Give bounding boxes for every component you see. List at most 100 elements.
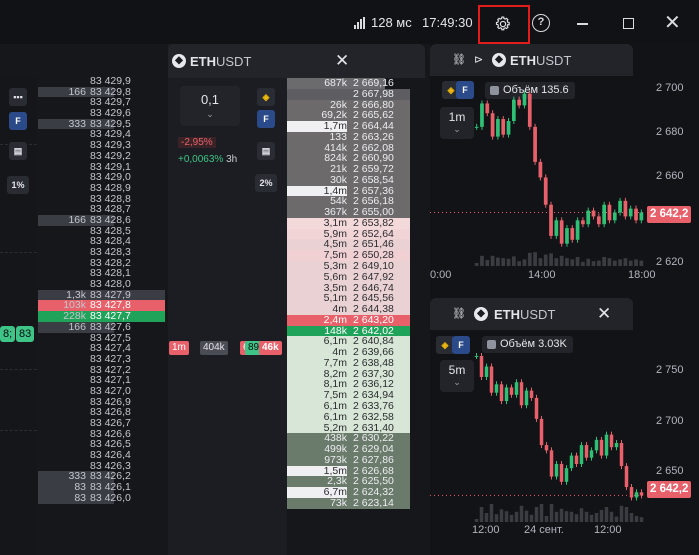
help-button[interactable]: ?	[532, 14, 550, 32]
tick-size-select[interactable]: 0,1 ⌄	[180, 86, 240, 126]
order-book-header: ◆ ETHUSDT ✕	[168, 44, 425, 78]
minimize-button[interactable]	[577, 23, 588, 25]
candle	[619, 443, 624, 467]
candle	[554, 463, 559, 477]
candle	[607, 204, 612, 221]
candle	[527, 93, 532, 127]
center-order-book[interactable]: 687k 2 669,16 2 667,98 26k 2 666,80 69,2k 2 66…	[287, 78, 410, 509]
volume-bar	[522, 259, 527, 266]
chart-panel-1m[interactable]: ⛓ ⊳ ◆ ETHUSDT ◈ F Объём 135.6 1m ⌄ 2 700 …	[430, 44, 699, 298]
futures-badge[interactable]: F	[9, 112, 27, 130]
book-row[interactable]: 166 83 427,6	[38, 322, 165, 333]
volume-bar	[554, 511, 559, 522]
candle	[596, 216, 601, 225]
candle	[522, 93, 527, 106]
funding-rate: +0,0063% 3h	[178, 154, 238, 165]
binance-icon[interactable]: ◈	[257, 88, 275, 106]
volume-bar	[584, 511, 589, 522]
row-volume: 83	[74, 491, 86, 504]
volume-bar	[607, 258, 612, 266]
candle	[594, 439, 599, 451]
volume-bar	[634, 259, 638, 266]
list-icon[interactable]: ▤	[257, 142, 275, 160]
heatmap-row[interactable]: 2 667,98	[287, 88, 410, 100]
row-price: 2 647,92	[353, 270, 394, 283]
trade-tag: 8;	[0, 326, 16, 342]
volume-bar	[504, 511, 509, 522]
volume-bar	[539, 504, 544, 522]
volume-bar	[586, 258, 591, 266]
candle	[629, 487, 634, 498]
candle	[639, 492, 644, 496]
trade-volume-tag: 1m	[169, 341, 189, 355]
row-price: 2 623,14	[353, 496, 394, 509]
chart-panel-5m[interactable]: ⛓ ◆ ETHUSDT ✕ ◈ F Объём 3.03K 5m ⌄ 2 750 …	[430, 298, 699, 555]
heatmap-row[interactable]: 133 2 663,26	[287, 132, 410, 143]
y-tick: 2 650	[656, 465, 684, 477]
trade-volume-tag: 404k	[200, 341, 228, 355]
row-volume: 166	[68, 320, 86, 333]
volume-bar	[579, 508, 584, 522]
candle	[549, 204, 553, 236]
symbol-title: ETHUSDT	[190, 54, 252, 69]
hidden-orders-icon[interactable]: ▪▪▪	[9, 88, 27, 106]
volume-bar	[614, 516, 619, 522]
volume-bar	[529, 514, 534, 522]
heatmap-row[interactable]: 73k 2 623,14	[287, 498, 410, 509]
book-row[interactable]: 83 427,3	[38, 354, 165, 365]
candle	[591, 210, 596, 217]
book-row[interactable]: 83 83 426,0	[38, 493, 165, 504]
heatmap-row[interactable]: 973k 2 627,86	[287, 455, 410, 466]
chevron-down-icon: ⌄	[206, 109, 214, 119]
candle	[589, 450, 594, 458]
scale-percent-button[interactable]: 2%	[255, 174, 277, 192]
list-icon[interactable]: ▤	[9, 142, 27, 160]
settings-button[interactable]	[478, 5, 530, 44]
candle	[581, 220, 585, 225]
book-row[interactable]: 83 428,9	[38, 183, 165, 194]
volume-bar	[575, 257, 580, 266]
volume-bar	[604, 507, 609, 522]
volume-bar	[634, 516, 639, 522]
volume-bar	[509, 514, 514, 522]
volume-bar	[559, 255, 564, 266]
x-tick: 0:00	[430, 269, 452, 281]
candle	[494, 384, 499, 393]
volume-bar	[549, 504, 554, 522]
book-row[interactable]: 83 429,2	[38, 151, 165, 162]
close-panel-button[interactable]: ✕	[335, 51, 349, 71]
candle	[529, 390, 534, 398]
candle	[484, 366, 489, 377]
volume-bar	[628, 260, 633, 266]
heatmap-row[interactable]: 2,4m 2 643,20	[287, 315, 410, 326]
futures-badge[interactable]: F	[257, 110, 275, 128]
row-volume: 166	[68, 213, 86, 226]
scale-percent-button[interactable]: 1%	[7, 176, 29, 194]
title-bar: 128 мс 17:49:30 ? ✕	[0, 0, 699, 44]
candle	[574, 455, 579, 464]
close-window-button[interactable]: ✕	[664, 13, 681, 33]
left-order-book[interactable]: 83 429,9 166 83 429,8 83 429,7 83 429,6 333 83…	[38, 76, 165, 504]
candle	[634, 208, 638, 221]
maximize-button[interactable]	[623, 18, 634, 29]
signal-icon	[354, 17, 366, 29]
last-price-tag: 2 642,2	[647, 206, 692, 223]
row-volume: 166	[68, 85, 86, 98]
volume-bar	[623, 258, 628, 266]
candle	[634, 492, 639, 498]
trade-volume-tag: 46k	[259, 341, 282, 355]
volume-bar	[501, 258, 506, 266]
row-volume: 6,1m	[323, 410, 347, 423]
volume-bar	[581, 261, 585, 266]
candle	[628, 208, 633, 217]
heatmap-row[interactable]: 6,1m 2 632,58	[287, 410, 410, 423]
volume-bar	[594, 513, 599, 522]
row-volume: 73k	[330, 496, 347, 509]
x-tick: 14:00	[528, 269, 556, 281]
x-tick: 12:00	[594, 524, 622, 536]
row-price: 2 663,26	[353, 130, 394, 143]
candle	[511, 99, 516, 121]
heatmap-row[interactable]: 5,6m 2 647,92	[287, 270, 410, 283]
volume-bar	[480, 255, 484, 266]
volume-bar	[514, 511, 519, 522]
